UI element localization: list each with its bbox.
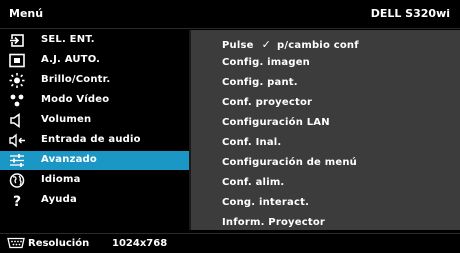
brightness-icon xyxy=(9,73,25,88)
submenu-panel: Pulse ✓ p/cambio conf Config. imagen Confi… xyxy=(191,30,460,230)
checkmark-icon: ✓ xyxy=(261,38,272,51)
osd-window: Menú DELL S320wi SEL. ENT. A.J. AUTO. Br… xyxy=(0,0,460,253)
hint-pulse-label: Pulse xyxy=(222,40,254,51)
submenu-item-lan-settings[interactable]: Configuración LAN xyxy=(222,117,330,128)
menu-item-audio-input[interactable]: Entrada de audio xyxy=(0,131,189,150)
menu-item-brightness[interactable]: Brillo/Contr. xyxy=(0,71,189,90)
submenu-item-menu-settings[interactable]: Configuración de menú xyxy=(222,157,357,168)
video-mode-icon xyxy=(10,94,24,107)
submenu-item-image-settings[interactable]: Config. imagen xyxy=(222,57,310,68)
submenu-item-projector-info[interactable]: Inform. Proyector xyxy=(222,217,325,228)
menu-item-label: Volumen xyxy=(41,114,92,125)
menu-item-video-mode[interactable]: Modo Vídeo xyxy=(0,91,189,110)
svg-text:?: ? xyxy=(13,194,21,208)
submenu-item-display-settings[interactable]: Config. pant. xyxy=(222,77,298,88)
menu-item-label: Idioma xyxy=(41,174,81,185)
menu-item-label: Avanzado xyxy=(41,154,97,165)
globe-icon xyxy=(9,173,25,188)
audio-input-icon xyxy=(9,133,25,148)
status-bar: Resolución 1024x768 xyxy=(0,233,460,253)
model-name: DELL S320wi xyxy=(370,7,450,20)
menu-title: Menú xyxy=(9,7,44,20)
question-icon: ? xyxy=(13,194,21,208)
menu-item-auto-adjust[interactable]: A.J. AUTO. xyxy=(0,51,189,70)
menu-item-label: Modo Vídeo xyxy=(41,94,110,105)
speaker-icon xyxy=(10,113,20,128)
input-select-icon xyxy=(9,34,24,47)
submenu-item-projector-settings[interactable]: Conf. proyector xyxy=(222,97,312,108)
submenu-hint: Pulse ✓ p/cambio conf xyxy=(222,38,359,51)
resolution-value: 1024x768 xyxy=(112,238,168,249)
menu-item-input-select[interactable]: SEL. ENT. xyxy=(0,31,189,50)
vga-connector-icon xyxy=(7,237,25,249)
auto-adjust-icon xyxy=(9,53,25,68)
menu-item-label: Entrada de audio xyxy=(41,134,141,145)
main-menu: SEL. ENT. A.J. AUTO. Brillo/Contr. Modo … xyxy=(0,30,189,230)
menu-item-label: SEL. ENT. xyxy=(41,34,95,45)
menu-item-language[interactable]: Idioma xyxy=(0,171,189,190)
hint-pulse-suffix: p/cambio conf xyxy=(277,40,359,51)
menu-item-volume[interactable]: Volumen xyxy=(0,111,189,130)
menu-item-label: Ayuda xyxy=(41,194,77,205)
header-bar: Menú DELL S320wi xyxy=(0,0,460,29)
menu-item-label: A.J. AUTO. xyxy=(41,54,101,65)
submenu-item-wireless-settings[interactable]: Conf. Inal. xyxy=(222,137,281,148)
sliders-icon xyxy=(10,154,24,167)
resolution-label: Resolución xyxy=(28,238,90,249)
submenu-item-interactive-settings[interactable]: Cong. interact. xyxy=(222,197,309,208)
menu-item-help[interactable]: ? Ayuda xyxy=(0,191,189,210)
menu-item-advanced[interactable]: Avanzado xyxy=(0,151,189,170)
menu-item-label: Brillo/Contr. xyxy=(41,74,111,85)
submenu-item-power-settings[interactable]: Conf. alim. xyxy=(222,177,284,188)
